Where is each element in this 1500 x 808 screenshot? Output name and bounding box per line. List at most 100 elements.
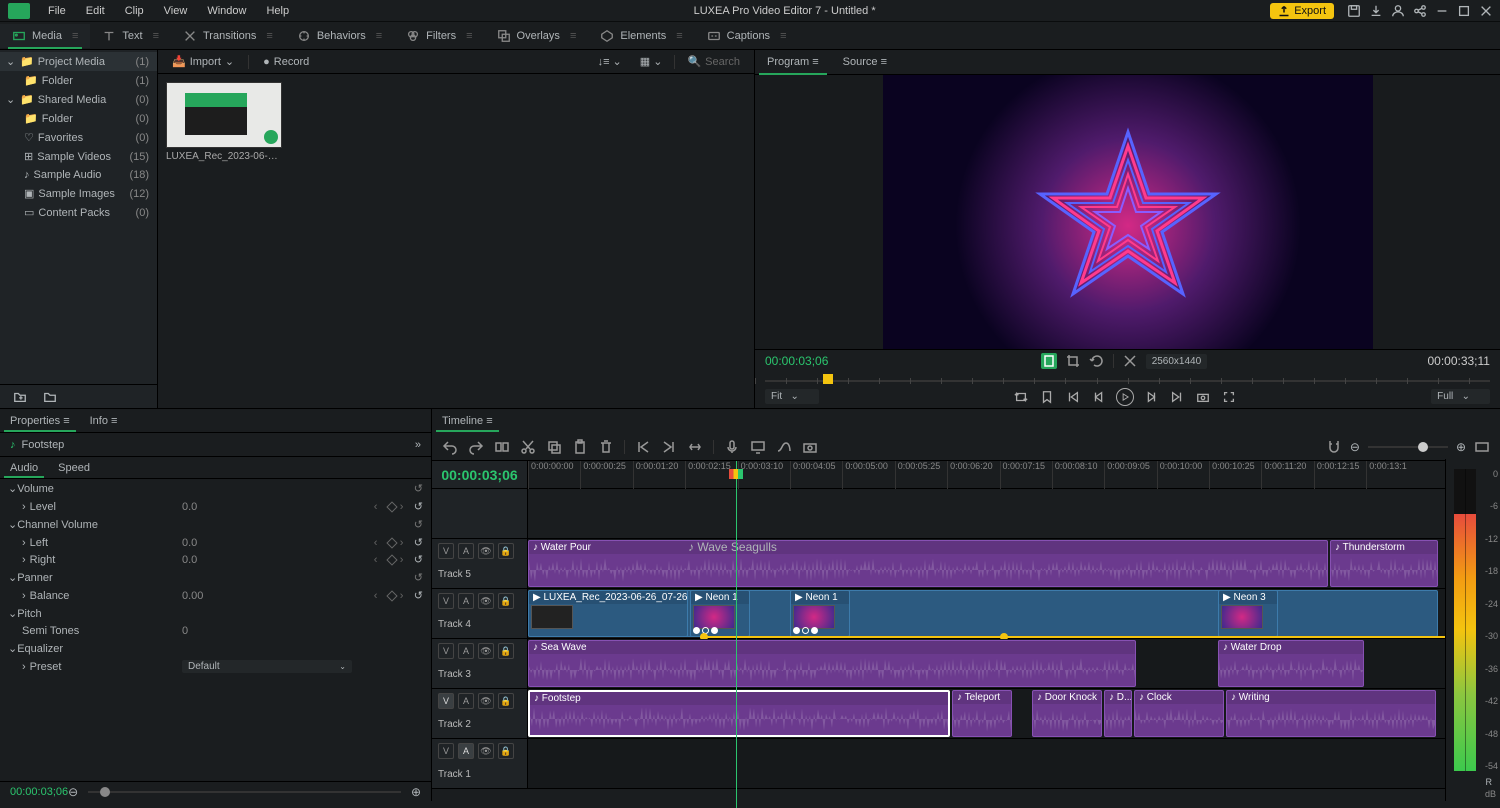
record-button[interactable]: ● Record — [257, 54, 315, 70]
scrubber-playhead[interactable] — [823, 374, 833, 384]
timeline-clip[interactable]: ♪ Writing — [1226, 690, 1436, 737]
tree-sample-images[interactable]: ▣ Sample Images(12) — [0, 184, 157, 203]
rotate-button[interactable] — [1089, 353, 1105, 369]
reset-icon[interactable]: ↺ — [414, 482, 423, 495]
timeline-clip[interactable]: ♪ Footstep — [528, 690, 950, 737]
timeline-clip[interactable]: ♪ Thunderstorm — [1330, 540, 1438, 587]
volume-section[interactable]: ⌄ Volume↺ — [0, 479, 431, 498]
tab-filters[interactable]: Filters≡ — [394, 24, 484, 48]
copy-button[interactable] — [546, 439, 562, 455]
menu-help[interactable]: Help — [256, 2, 299, 20]
search-input[interactable]: 🔍 Search — [681, 53, 746, 70]
timeline-clip[interactable]: ♪ Clock — [1134, 690, 1224, 737]
goto-prev-button[interactable] — [635, 439, 651, 455]
user-icon[interactable] — [1388, 1, 1408, 21]
marker-button[interactable] — [1038, 388, 1056, 406]
track-lock-toggle[interactable]: 🔒 — [498, 693, 514, 709]
goto-end-button[interactable] — [1168, 388, 1186, 406]
track-lane[interactable] — [528, 739, 1500, 788]
tl-zoom-slider[interactable] — [1368, 446, 1448, 448]
tab-elements[interactable]: Elements≡ — [588, 24, 694, 48]
track-video-toggle[interactable]: V — [438, 693, 454, 709]
track-lock-toggle[interactable]: 🔒 — [498, 593, 514, 609]
timeline-clip[interactable]: ♪ D... — [1104, 690, 1132, 737]
tree-content-packs[interactable]: ▭ Content Packs(0) — [0, 203, 157, 222]
track-lane[interactable]: ♪ Sea Wave♪ Water Drop — [528, 639, 1500, 688]
mic-button[interactable] — [724, 439, 740, 455]
track-audio-toggle[interactable]: A — [458, 693, 474, 709]
pitch-section[interactable]: ⌄ Pitch — [0, 604, 431, 623]
info-tab[interactable]: Info ≡ — [80, 411, 128, 431]
tab-transitions[interactable]: Transitions≡ — [171, 24, 285, 48]
timeline-clip[interactable]: ▶ LUXEA_Rec_2023-06-26_07-26-41.m... — [528, 590, 688, 637]
minimize-button[interactable] — [1432, 1, 1452, 21]
paste-button[interactable] — [572, 439, 588, 455]
zoom-out-button[interactable]: ⊖ — [68, 785, 78, 799]
fit-select[interactable]: Fit ⌄ — [765, 389, 819, 404]
reset-icon[interactable]: ↺ — [414, 518, 423, 531]
track-audio-toggle[interactable]: A — [458, 743, 474, 759]
tree-folder-2[interactable]: 📁 Folder(0) — [0, 109, 157, 128]
full-select[interactable]: Full ⌄ — [1431, 389, 1490, 404]
track-lock-toggle[interactable]: 🔒 — [498, 543, 514, 559]
keyframe-toggle[interactable] — [386, 501, 397, 512]
zoom-in-button[interactable]: ⊕ — [411, 785, 421, 799]
track-audio-toggle[interactable]: A — [458, 543, 474, 559]
range-button[interactable] — [687, 439, 703, 455]
tree-favorites[interactable]: ♡ Favorites(0) — [0, 128, 157, 147]
fit-timeline-button[interactable] — [1474, 439, 1490, 455]
play-button[interactable] — [1116, 388, 1134, 406]
track-lane[interactable]: ♪ Footstep♪ Teleport♪ Door Knock♪ D...♪ … — [528, 689, 1500, 738]
track-visible-toggle[interactable]: 👁 — [478, 693, 494, 709]
track-visible-toggle[interactable]: 👁 — [478, 643, 494, 659]
preview-scrubber[interactable] — [755, 372, 1500, 385]
import-button[interactable]: 📥 Import ⌄ — [166, 53, 240, 70]
expand-props-button[interactable]: » — [415, 439, 421, 451]
step-fwd-button[interactable] — [1142, 388, 1160, 406]
source-tab[interactable]: Source ≡ — [831, 50, 899, 74]
track-video-toggle[interactable]: V — [438, 543, 454, 559]
loop-button[interactable] — [1012, 388, 1030, 406]
timeline-ruler[interactable]: 0:00:00:000:00:00:250:00:01:200:00:02:15… — [528, 461, 1500, 488]
timeline-clip[interactable]: ▶ Neon 3 — [1218, 590, 1278, 637]
reset-icon[interactable]: ↺ — [414, 500, 423, 513]
panner-section[interactable]: ⌄ Panner↺ — [0, 568, 431, 587]
view-button[interactable]: ▦ ⌄ — [634, 53, 669, 70]
folder-button[interactable] — [40, 387, 60, 407]
zoom-out-button[interactable]: ⊖ — [1350, 440, 1360, 454]
track-video-toggle[interactable]: V — [438, 593, 454, 609]
tab-overlays[interactable]: Overlays≡ — [485, 24, 589, 48]
track-lane[interactable]: ▶ LUXEA_Rec_2023-06-26_07-26-41.m... ▶ Ne… — [528, 589, 1500, 638]
eq-section[interactable]: ⌄ Equalizer — [0, 639, 431, 658]
download-icon[interactable] — [1366, 1, 1386, 21]
track-visible-toggle[interactable]: 👁 — [478, 543, 494, 559]
track-lock-toggle[interactable]: 🔒 — [498, 643, 514, 659]
sort-button[interactable]: ↓≡ ⌄ — [592, 53, 628, 70]
tab-media[interactable]: Media≡ — [0, 24, 90, 48]
tree-project-media[interactable]: ⌄📁 Project Media(1) — [0, 52, 157, 71]
timeline-clip[interactable]: ♪ Teleport — [952, 690, 1012, 737]
menu-clip[interactable]: Clip — [115, 2, 154, 20]
timeline-clip[interactable]: ▶ Neon 1 — [790, 590, 850, 637]
channel-section[interactable]: ⌄ Channel Volume↺ — [0, 515, 431, 534]
zoom-in-button[interactable]: ⊕ — [1456, 440, 1466, 454]
tab-text[interactable]: Text≡ — [90, 24, 171, 48]
delete-button[interactable] — [598, 439, 614, 455]
fullscreen-button[interactable] — [1220, 388, 1238, 406]
new-folder-button[interactable] — [10, 387, 30, 407]
redo-button[interactable] — [468, 439, 484, 455]
magnet-button[interactable] — [1326, 439, 1342, 455]
goto-next-button[interactable] — [661, 439, 677, 455]
menu-edit[interactable]: Edit — [76, 2, 115, 20]
curve-button[interactable] — [776, 439, 792, 455]
cut-button[interactable] — [520, 439, 536, 455]
share-icon[interactable] — [1410, 1, 1430, 21]
save-icon[interactable] — [1344, 1, 1364, 21]
maximize-button[interactable] — [1454, 1, 1474, 21]
export-button[interactable]: Export — [1270, 3, 1334, 19]
media-clip-item[interactable]: LUXEA_Rec_2023-06-26_07-26-4... — [166, 82, 282, 165]
timeline-clip[interactable]: ♪ Sea Wave — [528, 640, 1136, 687]
snapshot-button[interactable] — [1194, 388, 1212, 406]
timeline-clip[interactable]: ♪ Water Pour — [528, 540, 1328, 587]
tree-sample-videos[interactable]: ⊞ Sample Videos(15) — [0, 147, 157, 166]
